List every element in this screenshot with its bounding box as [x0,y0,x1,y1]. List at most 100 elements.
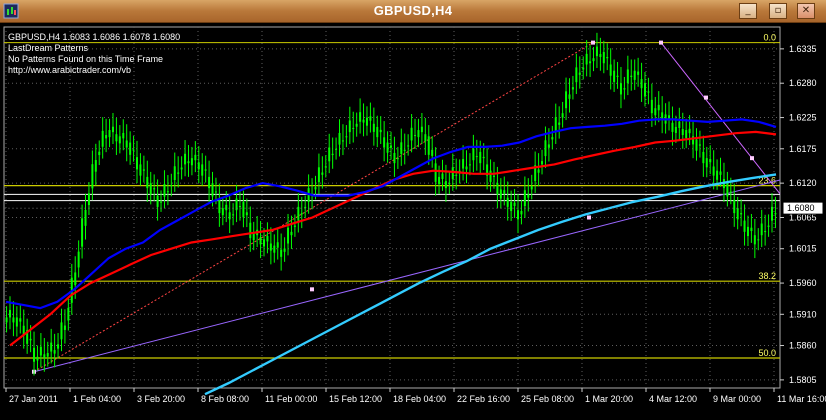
candle-body [393,152,396,164]
candle-body [698,144,701,146]
candle-body [640,79,643,89]
chart-canvas[interactable]: 0.023.638.250.0 1.63351.62801.62251.6175… [0,23,826,416]
candle-body [111,126,114,133]
candle-body [705,158,708,168]
candle-body [300,213,303,215]
candle-body [750,227,753,232]
candle-body [81,218,84,247]
candle-body [63,325,66,330]
zigzag-point [704,95,708,100]
title-bar[interactable]: GBPUSD,H4 _ ▫ ✕ [0,0,826,23]
candle-body [50,342,53,352]
candle-body [530,186,533,190]
candle-body [297,206,300,221]
candle-body [335,148,338,150]
candle-body [753,235,756,245]
candle-body [417,130,420,138]
candle-body [341,140,344,142]
candle-body [259,237,262,245]
candle-body [39,346,42,356]
candle-body [5,317,8,323]
zigzag-point [310,287,314,292]
candle-body [225,204,228,211]
candle-body [201,164,204,176]
candle-body [438,176,441,184]
candle-body [489,170,492,182]
x-tick-label: 4 Mar 12:00 [649,394,697,404]
candle-body [211,183,214,197]
candle-body [527,194,530,198]
zigzag-point [659,40,663,45]
candle-body [736,208,739,220]
y-tick-label: 1.6015 [789,244,817,254]
candle-body [369,116,372,121]
candle-body [465,166,468,170]
candle-body [506,197,509,207]
fib-level-label: 50.0 [758,348,776,358]
candle-body [57,344,60,349]
candle-body [362,119,365,123]
candle-body [657,104,660,111]
y-tick-label: 1.6280 [789,78,817,88]
candle-body [321,172,324,175]
x-tick-label: 8 Feb 08:00 [201,394,249,404]
candle-body [431,149,434,156]
candle-body [441,173,444,179]
candle-body [561,113,564,118]
candle-body [551,137,554,140]
x-tick-label: 25 Feb 08:00 [521,394,574,404]
candle-body [53,350,56,354]
candle-body [633,70,636,80]
restore-button[interactable]: ▫ [769,3,787,19]
candle-body [444,181,447,189]
indicator-name-label: LastDream Patterns [8,43,89,53]
candle-body [46,353,49,357]
candle-body [249,222,252,239]
candle-body [242,201,245,218]
candle-body [771,206,773,221]
window-title: GBPUSD,H4 [373,3,453,18]
candle-body [221,208,224,216]
candle-body [613,70,616,82]
candle-body [410,127,413,141]
minimize-button[interactable]: _ [739,3,757,19]
candle-body [290,231,293,236]
candle-body [767,225,770,227]
candle-body [84,209,87,226]
candle-body [263,239,265,247]
candle-body [678,121,681,128]
y-tick-label: 1.6120 [789,178,817,188]
candle-body [269,243,272,251]
candle-body [396,158,399,160]
candle-body [372,123,375,132]
candle-body [153,188,156,190]
candle-body [733,199,736,214]
candle-body [91,164,94,189]
close-button[interactable]: ✕ [797,3,815,19]
price-chart[interactable]: 0.0 23.6 38.2 50.0 1.6335 1.6280 1.6225 1.6175… [0,23,826,416]
x-tick-label: 1 Mar 20:00 [585,394,633,404]
candle-body [743,220,746,232]
x-tick-label: 1 Feb 04:00 [73,394,121,404]
y-tick-label: 1.5910 [789,309,817,319]
candle-body [132,149,135,151]
candle-body [496,183,499,195]
fib-level-label: 0.0 [763,33,776,43]
candle-body [568,94,571,99]
candle-body [503,190,506,194]
candle-body [400,142,403,154]
x-tick-label: 27 Jan 2011 [9,394,58,404]
candle-body [43,354,46,359]
candle-body [468,164,471,166]
candle-body [218,199,221,214]
x-tick-label: 9 Mar 00:00 [713,394,761,404]
candle-body [139,164,142,176]
candle-body [338,132,341,145]
candle-body [585,53,588,65]
y-tick-label: 1.6225 [789,113,817,123]
candle-body [365,117,368,126]
candle-body [565,91,568,109]
candle-body [324,166,327,168]
candle-body [757,239,760,241]
candle-body [451,167,454,179]
